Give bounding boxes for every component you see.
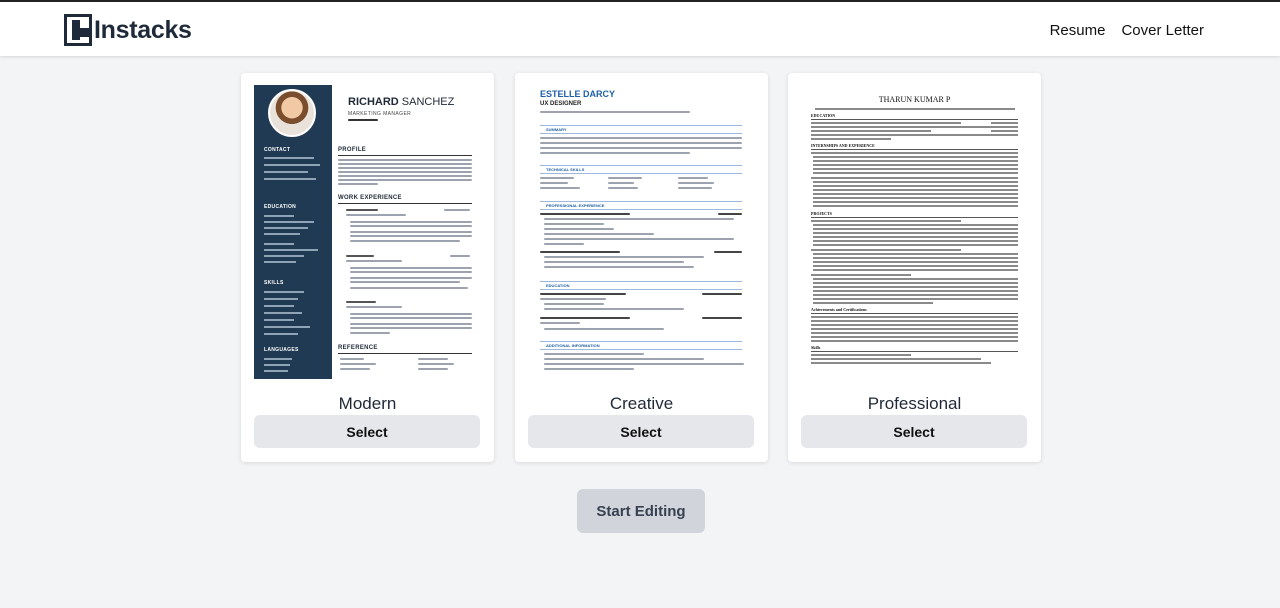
section-heading: WORK EXPERIENCE (338, 195, 402, 201)
resume-preview-modern[interactable]: CONTACT EDUCATION SKILLS LANGUAGES RICHA… (254, 85, 481, 379)
resume-name: RICHARD SANCHEZ (348, 96, 455, 108)
avatar (268, 89, 316, 137)
nav-resume-link[interactable]: Resume (1050, 22, 1106, 39)
brand-logo[interactable]: Instacks (64, 13, 192, 47)
select-modern-button[interactable]: Select (254, 415, 480, 448)
brand-name: Instacks (94, 15, 192, 44)
nav-cover-letter-link[interactable]: Cover Letter (1121, 22, 1204, 39)
resume-role: UX DESIGNER (540, 101, 582, 107)
select-professional-button[interactable]: Select (801, 415, 1027, 448)
template-card-professional[interactable]: THARUN KUMAR P EDUCATION INTERNSHIPS AND… (788, 73, 1041, 462)
section-heading: REFERENCE (338, 345, 378, 351)
template-card-modern[interactable]: CONTACT EDUCATION SKILLS LANGUAGES RICHA… (241, 73, 494, 462)
section-heading: Achievements and Certifications (811, 307, 867, 312)
section-heading: TECHNICAL SKILLS (546, 167, 585, 172)
resume-role: MARKETING MANAGER (348, 111, 412, 117)
select-creative-button[interactable]: Select (528, 415, 754, 448)
template-card-creative[interactable]: ESTELLE DARCY UX DESIGNER SUMMARY TECHNI… (515, 73, 768, 462)
section-heading: PROFILE (338, 147, 367, 153)
sidebar-heading: LANGUAGES (264, 347, 299, 353)
top-navbar: Instacks Resume Cover Letter (0, 0, 1280, 56)
modern-sidebar: CONTACT EDUCATION SKILLS LANGUAGES (254, 85, 332, 379)
template-name: Creative (609, 394, 674, 413)
section-heading: Skills (811, 345, 821, 350)
sidebar-heading: CONTACT (264, 147, 291, 153)
logo-icon (64, 14, 92, 46)
section-heading: INTERNSHIPS AND EXPERIENCE (811, 143, 875, 148)
section-heading: ADDITIONAL INFORMATION (546, 343, 600, 348)
start-editing-button[interactable]: Start Editing (577, 489, 705, 533)
resume-preview-professional[interactable]: THARUN KUMAR P EDUCATION INTERNSHIPS AND… (801, 85, 1028, 379)
main-nav: Resume Cover Letter (1050, 22, 1204, 39)
sidebar-heading: SKILLS (264, 280, 284, 286)
section-heading: PROJECTS (811, 211, 832, 216)
resume-name: THARUN KUMAR P (878, 95, 951, 104)
template-name: Professional (867, 394, 962, 413)
section-heading: PROFESSIONAL EXPERIENCE (546, 203, 605, 208)
sidebar-heading: EDUCATION (264, 204, 297, 210)
template-name: Modern (338, 394, 397, 413)
resume-name: ESTELLE DARCY (540, 89, 616, 99)
resume-preview-creative[interactable]: ESTELLE DARCY UX DESIGNER SUMMARY TECHNI… (528, 85, 755, 379)
section-heading: EDUCATION (546, 283, 570, 288)
section-heading: SUMMARY (546, 127, 567, 132)
section-heading: EDUCATION (811, 113, 836, 118)
